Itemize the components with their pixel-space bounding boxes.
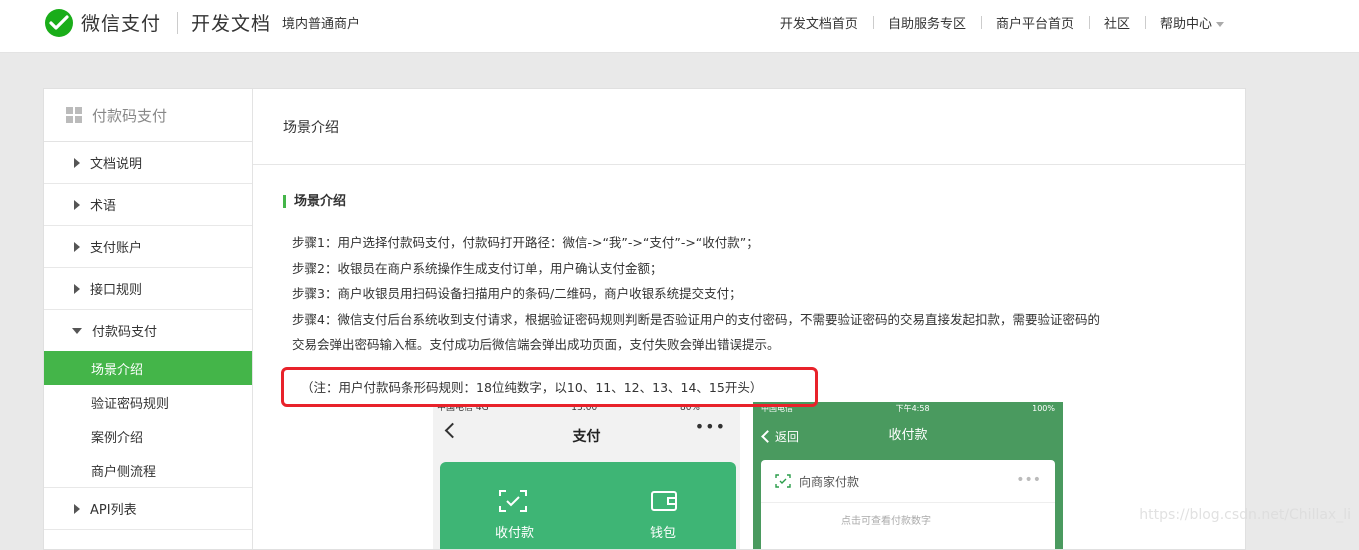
wechat-pay-logo[interactable] bbox=[42, 8, 76, 38]
brand-subtitle: 境内普通商户 bbox=[282, 17, 361, 32]
phone-title: 收付款 bbox=[888, 427, 928, 443]
status-carrier: 中国电信 4G bbox=[437, 407, 489, 413]
more-icon: ••• bbox=[1016, 472, 1041, 488]
sidebar: 付款码支付 文档说明 术语 支付账户 接口规则 付款码支付 场景介绍 验证密码规… bbox=[44, 89, 253, 549]
scan-icon bbox=[499, 490, 527, 512]
sidebar-item-label: 术语 bbox=[90, 199, 117, 214]
caret-right-icon bbox=[74, 283, 80, 294]
more-icon: ••• bbox=[694, 417, 726, 436]
nav-community[interactable]: 社区 bbox=[1088, 13, 1145, 32]
sidebar-sub-cases[interactable]: 案例介绍 bbox=[44, 419, 252, 453]
caret-right-icon bbox=[74, 241, 80, 252]
status-battery: 80% bbox=[679, 407, 700, 413]
pay-tiles: 收付款 钱包 bbox=[440, 462, 736, 549]
caret-right-icon bbox=[74, 157, 80, 168]
chevron-down-icon bbox=[1216, 22, 1224, 27]
pay-merchant-card: 向商家付款 ••• 点击可查看付款数字 bbox=[761, 460, 1055, 549]
brand-name[interactable]: 微信支付 bbox=[81, 9, 161, 36]
phone-status-bar: 中国电信 4G 13:00 80% bbox=[433, 407, 740, 414]
step-1: 步骤1：用户选择付款码支付，付款码打开路径：微信->“我”->“支付”->“收付… bbox=[292, 235, 759, 250]
step-4: 步骤4：微信支付后台系统收到支付请求，根据验证密码规则判断是否验证用户的支付密码… bbox=[292, 311, 1100, 327]
nav-self-service[interactable]: 自助服务专区 bbox=[872, 13, 981, 32]
tile-wallet: 钱包 bbox=[650, 526, 677, 541]
status-time: 下午4:58 bbox=[895, 404, 930, 413]
doc-card: 付款码支付 文档说明 术语 支付账户 接口规则 付款码支付 场景介绍 验证密码规… bbox=[43, 88, 1246, 550]
section-title: 场景介绍 bbox=[283, 195, 346, 208]
sidebar-item-terms[interactable]: 术语 bbox=[44, 184, 252, 226]
sidebar-item-micropay[interactable]: 付款码支付 bbox=[44, 310, 252, 351]
status-time: 13:00 bbox=[571, 407, 598, 413]
sidebar-sub-scenario[interactable]: 场景介绍 bbox=[44, 351, 252, 385]
page-title: 场景介绍 bbox=[253, 89, 1245, 165]
back-arrow-icon bbox=[761, 430, 774, 443]
grid-icon bbox=[66, 107, 82, 123]
sidebar-sub-password-rules[interactable]: 验证密码规则 bbox=[44, 385, 252, 419]
step-2: 步骤2：收银员在商户系统操作生成支付订单，用户确认支付金额； bbox=[292, 260, 663, 276]
sidebar-item-api-rules[interactable]: 接口规则 bbox=[44, 268, 252, 310]
back-label: 返回 bbox=[775, 430, 800, 444]
sidebar-sublist: 场景介绍 验证密码规则 案例介绍 商户侧流程 bbox=[44, 351, 252, 488]
card-title: 向商家付款 bbox=[799, 474, 860, 489]
nav-docs-home[interactable]: 开发文档首页 bbox=[765, 13, 873, 32]
sidebar-item-docs[interactable]: 文档说明 bbox=[44, 142, 252, 184]
sidebar-item-label: 付款码支付 bbox=[92, 325, 158, 340]
main-content: 场景介绍 场景介绍 步骤1：用户选择付款码支付，付款码打开路径：微信->“我”-… bbox=[253, 89, 1245, 549]
sidebar-item-label: API列表 bbox=[90, 503, 137, 518]
sidebar-sub-merchant-flow[interactable]: 商户侧流程 bbox=[44, 453, 252, 487]
caret-right-icon bbox=[74, 199, 80, 210]
sidebar-item-api-list[interactable]: API列表 bbox=[44, 488, 252, 530]
status-battery: 100% bbox=[1032, 404, 1055, 413]
nav-merchant-home[interactable]: 商户平台首页 bbox=[980, 13, 1089, 32]
top-bar: 微信支付 开发文档 境内普通商户 开发文档首页 自助服务专区 商户平台首页 社区… bbox=[0, 0, 1359, 53]
card-header: 向商家付款 bbox=[761, 460, 1055, 503]
brand-docs[interactable]: 开发文档 bbox=[191, 9, 271, 36]
sidebar-item-account[interactable]: 支付账户 bbox=[44, 226, 252, 268]
top-nav: 开发文档首页 自助服务专区 商户平台首页 社区 帮助中心 bbox=[765, 13, 1239, 32]
sidebar-title: 付款码支付 bbox=[92, 106, 168, 125]
sidebar-header: 付款码支付 bbox=[44, 89, 252, 142]
sidebar-item-label: 支付账户 bbox=[90, 241, 143, 256]
steps-text: 步骤1：用户选择付款码支付，付款码打开路径：微信->“我”->“支付”->“收付… bbox=[292, 230, 1212, 358]
caret-down-icon bbox=[72, 327, 82, 334]
caret-right-icon bbox=[74, 503, 80, 514]
wallet-icon bbox=[651, 491, 677, 511]
phone-screenshot-receive: 中国电信 下午4:58 100% 收付款 返回 向商家付款 ••• 点击可查看付… bbox=[753, 402, 1063, 549]
card-hint: 点击可查看付款数字 bbox=[841, 516, 931, 527]
tile-receive-pay: 收付款 bbox=[495, 526, 535, 541]
sidebar-item-label: 文档说明 bbox=[90, 157, 143, 172]
nav-help-label: 帮助中心 bbox=[1159, 17, 1212, 32]
scan-icon bbox=[775, 474, 791, 488]
step-3: 步骤3：商户收银员用扫码设备扫描用户的条码/二维码，商户收银系统提交支付； bbox=[292, 286, 742, 301]
phone-screenshot-pay: 中国电信 4G 13:00 80% 支付 ••• 收付款 钱包 bbox=[433, 407, 740, 549]
highlight-box bbox=[281, 367, 818, 407]
brand-divider bbox=[177, 12, 178, 34]
step-4-cont: 交易会弹出密码输入框。支付成功后微信端会弹出成功页面，支付失败会弹出错误提示。 bbox=[292, 337, 780, 352]
watermark: https://blog.csdn.net/Chillax_li bbox=[1139, 507, 1351, 523]
back-button: 返回 bbox=[761, 428, 800, 445]
sidebar-item-label: 接口规则 bbox=[90, 283, 143, 298]
nav-help-center[interactable]: 帮助中心 bbox=[1144, 13, 1239, 32]
